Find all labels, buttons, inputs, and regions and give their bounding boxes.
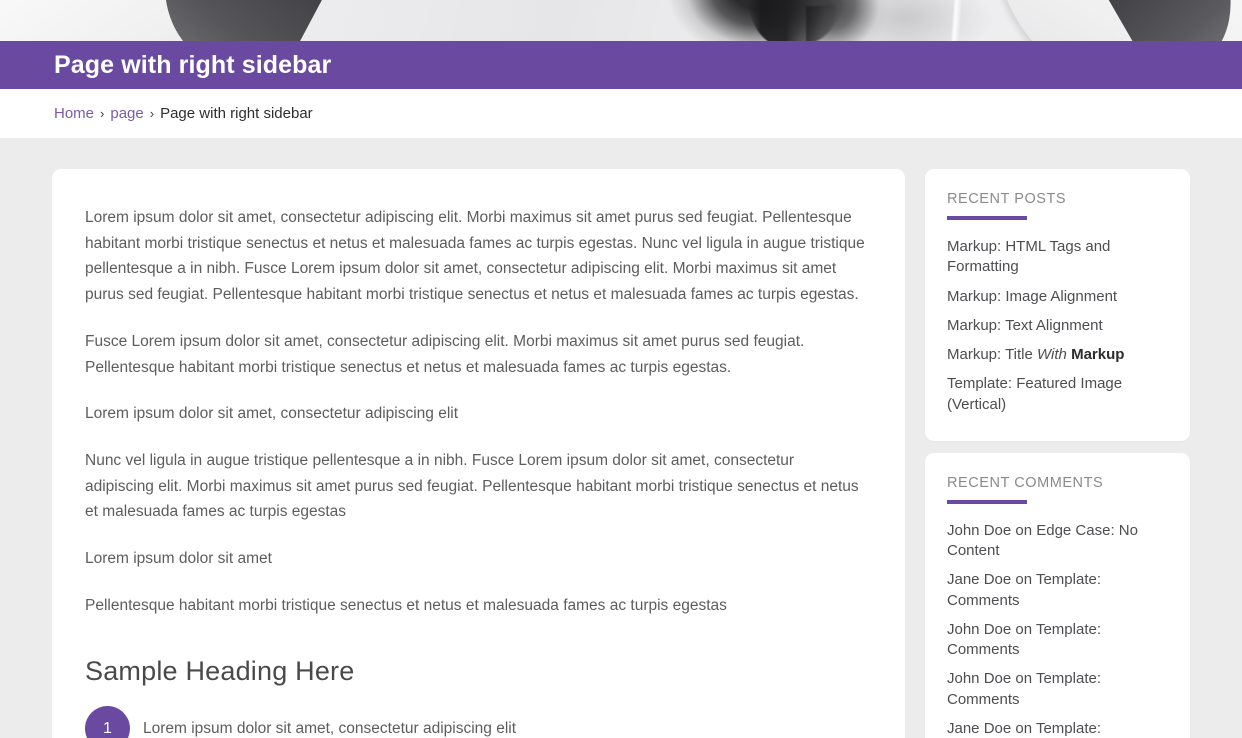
list-item: Jane Doe on Template: Comments	[947, 719, 1168, 738]
chevron-right-icon: ›	[149, 106, 155, 121]
recent-post-link[interactable]: Markup: Image Alignment	[947, 287, 1168, 307]
recent-comment-link[interactable]: Jane Doe on Template: Comments	[947, 570, 1168, 611]
list-item: John Doe on Template: Comments	[947, 620, 1168, 661]
recent-post-link[interactable]: Markup: Title With Markup	[947, 345, 1168, 365]
widget-title: RECENT POSTS	[947, 191, 1067, 207]
widget-title-underline	[947, 216, 1027, 220]
list-item: 1 Lorem ipsum dolor sit amet, consectetu…	[85, 705, 867, 738]
numbered-list: 1 Lorem ipsum dolor sit amet, consectetu…	[85, 705, 867, 738]
list-item: Markup: Image Alignment	[947, 287, 1168, 307]
content-paragraph: Lorem ipsum dolor sit amet	[85, 550, 272, 568]
widget-recent-posts: RECENT POSTS Markup: HTML Tags and Forma…	[925, 169, 1190, 441]
recent-post-link[interactable]: Template: Featured Image (Vertical)	[947, 374, 1168, 415]
breadcrumb-item-current: Page with right sidebar	[160, 105, 313, 122]
content-paragraph: Lorem ipsum dolor sit amet, consectetur …	[85, 405, 459, 423]
recent-comment-link[interactable]: John Doe on Edge Case: No Content	[947, 521, 1168, 562]
list-item: Template: Featured Image (Vertical)	[947, 374, 1168, 415]
list-item: John Doe on Template: Comments	[947, 669, 1168, 710]
section-heading: Sample Heading Here	[85, 655, 355, 686]
widget-recent-comments: RECENT COMMENTS John Doe on Edge Case: N…	[925, 452, 1190, 738]
widget-title-underline	[947, 499, 1027, 504]
chevron-right-icon: ›	[100, 106, 105, 121]
main-content-card: Lorem ipsum dolor sit amet, consectetur …	[52, 169, 905, 738]
page-layout: Lorem ipsum dolor sit amet, consectetur …	[0, 138, 1242, 738]
recent-comment-link[interactable]: Jane Doe on Template: Comments	[947, 719, 1168, 738]
list-item: John Doe on Edge Case: No Content	[947, 521, 1168, 562]
breadcrumb: Home › page › Page with right sidebar	[0, 89, 1242, 138]
content-paragraph: Nunc vel ligula in augue tristique pelle…	[85, 452, 859, 521]
recent-comment-link[interactable]: John Doe on Template: Comments	[947, 669, 1168, 710]
list-number-badge: 1	[85, 706, 130, 738]
recent-comment-link[interactable]: John Doe on Template: Comments	[947, 620, 1168, 661]
breadcrumb-item-page[interactable]: page	[110, 105, 143, 122]
content-paragraph: Pellentesque habitant morbi tristique se…	[85, 596, 727, 614]
recent-posts-list: Markup: HTML Tags and Formatting Markup:…	[947, 237, 1168, 415]
recent-post-link[interactable]: Markup: HTML Tags and Formatting	[947, 237, 1168, 278]
recent-post-link[interactable]: Markup: Text Alignment	[947, 316, 1168, 336]
content-paragraph: Fusce Lorem ipsum dolor sit amet, consec…	[85, 332, 805, 376]
content-paragraph: Lorem ipsum dolor sit amet, consectetur …	[85, 209, 865, 304]
page-header-bar: Page with right sidebar	[0, 41, 1242, 89]
list-item: Markup: Text Alignment	[947, 316, 1168, 336]
list-item: Markup: HTML Tags and Formatting	[947, 237, 1168, 278]
list-item: Jane Doe on Template: Comments	[947, 570, 1168, 611]
recent-comments-list: John Doe on Edge Case: No Content Jane D…	[947, 521, 1168, 738]
hero-banner-image	[0, 0, 1242, 41]
right-sidebar: RECENT POSTS Markup: HTML Tags and Forma…	[925, 169, 1190, 738]
widget-title: RECENT COMMENTS	[947, 474, 1104, 491]
breadcrumb-item-home[interactable]: Home	[54, 105, 94, 122]
list-item: Markup: Title With Markup	[947, 345, 1168, 365]
page-title: Page with right sidebar	[54, 50, 332, 79]
list-item-text: Lorem ipsum dolor sit amet, consectetur …	[143, 720, 517, 738]
